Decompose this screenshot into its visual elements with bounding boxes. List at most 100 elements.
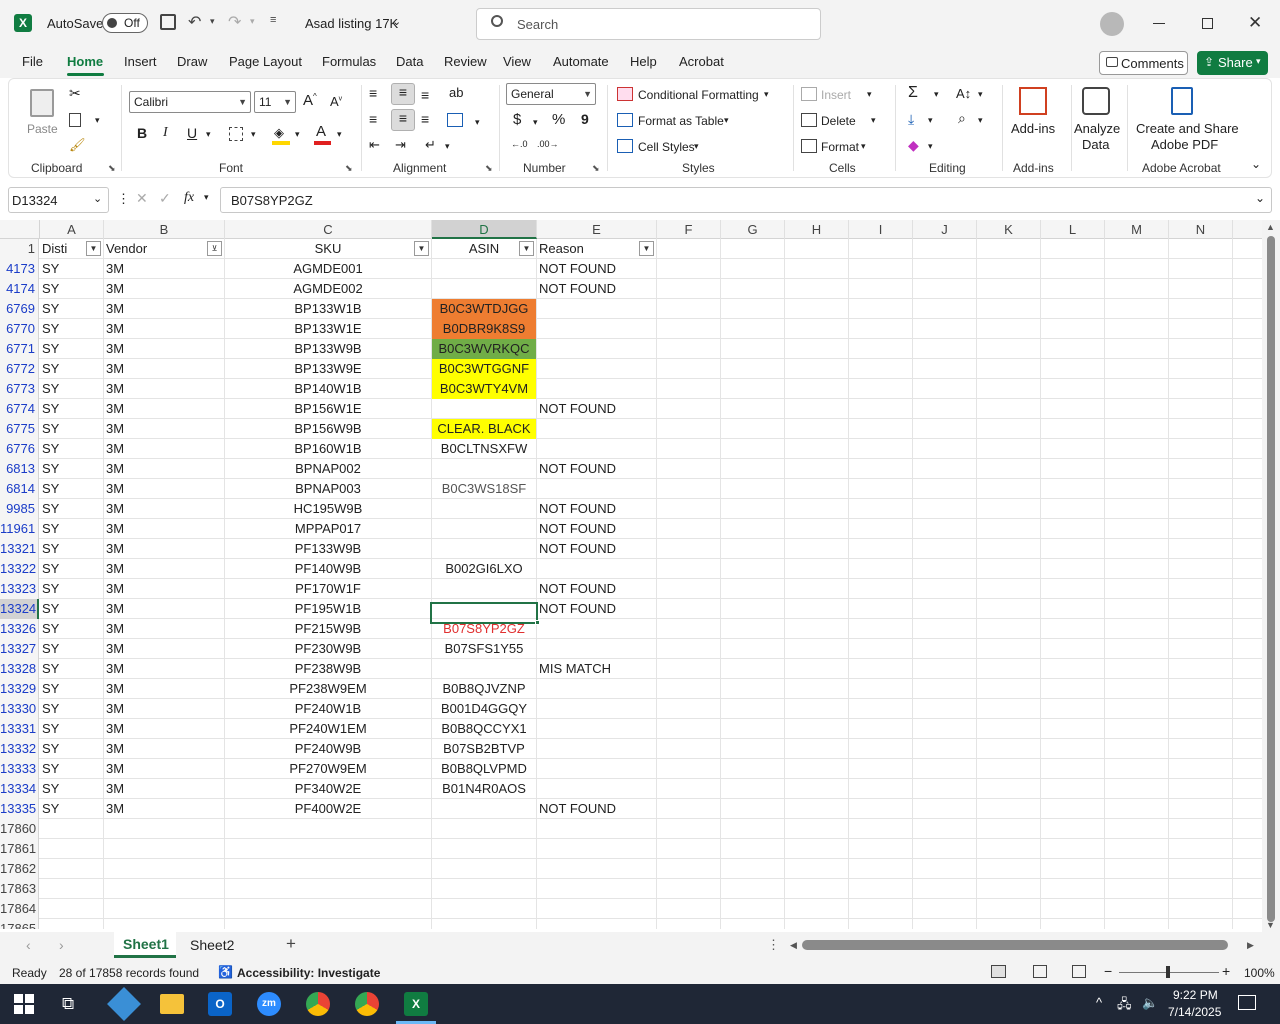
cell[interactable]: [785, 419, 849, 439]
cell[interactable]: [849, 399, 913, 419]
cell[interactable]: [721, 239, 785, 259]
cell-asin[interactable]: B0C3WTGGNF: [432, 359, 537, 379]
cell[interactable]: [657, 839, 721, 859]
prev-sheet-icon[interactable]: ‹: [26, 937, 31, 953]
cell[interactable]: [785, 539, 849, 559]
cell[interactable]: [1169, 479, 1233, 499]
cell-disti[interactable]: SY: [40, 679, 104, 699]
alignment-launcher-icon[interactable]: ⬊: [485, 163, 493, 174]
cell[interactable]: [913, 439, 977, 459]
cell[interactable]: [977, 299, 1041, 319]
insert-function-icon[interactable]: fx: [184, 190, 194, 206]
italic-button[interactable]: I: [163, 125, 168, 141]
cell[interactable]: [1169, 839, 1233, 859]
cell[interactable]: [1041, 419, 1105, 439]
cell[interactable]: [657, 599, 721, 619]
confirm-entry-icon[interactable]: ✓: [159, 190, 171, 207]
column-header-k[interactable]: K: [977, 220, 1041, 239]
cell[interactable]: [1169, 579, 1233, 599]
column-header-g[interactable]: G: [721, 220, 785, 239]
cell[interactable]: [1169, 399, 1233, 419]
cell[interactable]: [1169, 739, 1233, 759]
cell[interactable]: [1105, 639, 1169, 659]
cell-asin[interactable]: [432, 659, 537, 679]
cell[interactable]: [913, 379, 977, 399]
cell[interactable]: [1105, 599, 1169, 619]
column-header-h[interactable]: H: [785, 220, 849, 239]
cell[interactable]: [977, 699, 1041, 719]
cell[interactable]: [1105, 259, 1169, 279]
cell[interactable]: [913, 539, 977, 559]
column-header-j[interactable]: J: [913, 220, 977, 239]
cell[interactable]: [1041, 779, 1105, 799]
format-painter-icon[interactable]: 🖌: [69, 137, 86, 153]
cell-sku[interactable]: PF400W2E: [225, 799, 432, 819]
cell[interactable]: [1105, 359, 1169, 379]
copy-dropdown-icon[interactable]: ▾: [95, 115, 100, 126]
row-header[interactable]: 13326: [0, 619, 39, 639]
cell[interactable]: [977, 259, 1041, 279]
column-header-d[interactable]: D: [432, 220, 537, 239]
cell[interactable]: [849, 239, 913, 259]
row-header[interactable]: 1: [0, 239, 39, 259]
underline-button[interactable]: U: [187, 125, 197, 141]
font-launcher-icon[interactable]: ⬊: [345, 163, 353, 174]
cell[interactable]: [657, 699, 721, 719]
cell-asin[interactable]: B001D4GGQY: [432, 699, 537, 719]
cell[interactable]: [1105, 419, 1169, 439]
cell-reason[interactable]: [537, 779, 657, 799]
app-icon-1[interactable]: [107, 987, 141, 1021]
cell-sku[interactable]: HC195W9B: [225, 499, 432, 519]
cell[interactable]: [849, 739, 913, 759]
cell[interactable]: [657, 459, 721, 479]
bold-button[interactable]: B: [137, 125, 147, 141]
cell[interactable]: [849, 459, 913, 479]
cell[interactable]: [657, 799, 721, 819]
cell[interactable]: [977, 519, 1041, 539]
tab-draw[interactable]: Draw: [177, 54, 207, 69]
page-break-view-icon[interactable]: [1072, 965, 1086, 978]
cell[interactable]: [104, 919, 225, 929]
cell[interactable]: [1105, 739, 1169, 759]
cell-sku[interactable]: PF170W1F: [225, 579, 432, 599]
cell[interactable]: [849, 279, 913, 299]
cell[interactable]: [913, 759, 977, 779]
cell[interactable]: [1105, 899, 1169, 919]
cell[interactable]: [225, 899, 432, 919]
row-header[interactable]: 11961: [0, 519, 39, 539]
cell-vendor[interactable]: 3M: [104, 279, 225, 299]
cell[interactable]: [1041, 399, 1105, 419]
cell-vendor[interactable]: 3M: [104, 679, 225, 699]
cell[interactable]: [977, 899, 1041, 919]
cell-vendor[interactable]: 3M: [104, 539, 225, 559]
cell-asin[interactable]: [432, 499, 537, 519]
cell-asin[interactable]: B0C3WS18SF: [432, 479, 537, 499]
cell[interactable]: [977, 459, 1041, 479]
cell[interactable]: [1169, 699, 1233, 719]
tab-page-layout[interactable]: Page Layout: [229, 54, 302, 69]
zoom-out-icon[interactable]: −: [1104, 963, 1112, 979]
cell[interactable]: [977, 499, 1041, 519]
cell[interactable]: [1105, 499, 1169, 519]
cell-asin[interactable]: B0C3WVRKQC: [432, 339, 537, 359]
cell[interactable]: [1105, 919, 1169, 929]
add-sheet-icon[interactable]: +: [286, 934, 296, 954]
cell[interactable]: [1041, 559, 1105, 579]
cell[interactable]: [657, 439, 721, 459]
cell-disti[interactable]: SY: [40, 699, 104, 719]
align-right-icon[interactable]: ≡: [421, 111, 429, 127]
number-format-select[interactable]: General ▼: [506, 83, 596, 105]
cell-asin[interactable]: B0C3WTY4VM: [432, 379, 537, 399]
cell[interactable]: [657, 519, 721, 539]
cell-disti[interactable]: SY: [40, 739, 104, 759]
column-header-i[interactable]: I: [849, 220, 913, 239]
comma-button[interactable]: 9: [581, 111, 589, 127]
cell[interactable]: [1105, 839, 1169, 859]
cell[interactable]: [785, 279, 849, 299]
decrease-font-icon[interactable]: Av: [330, 94, 342, 109]
cell[interactable]: [977, 879, 1041, 899]
cell-asin[interactable]: B0DBR9K8S9: [432, 319, 537, 339]
cell-reason[interactable]: [537, 559, 657, 579]
column-header-f[interactable]: F: [657, 220, 721, 239]
cell[interactable]: [849, 599, 913, 619]
